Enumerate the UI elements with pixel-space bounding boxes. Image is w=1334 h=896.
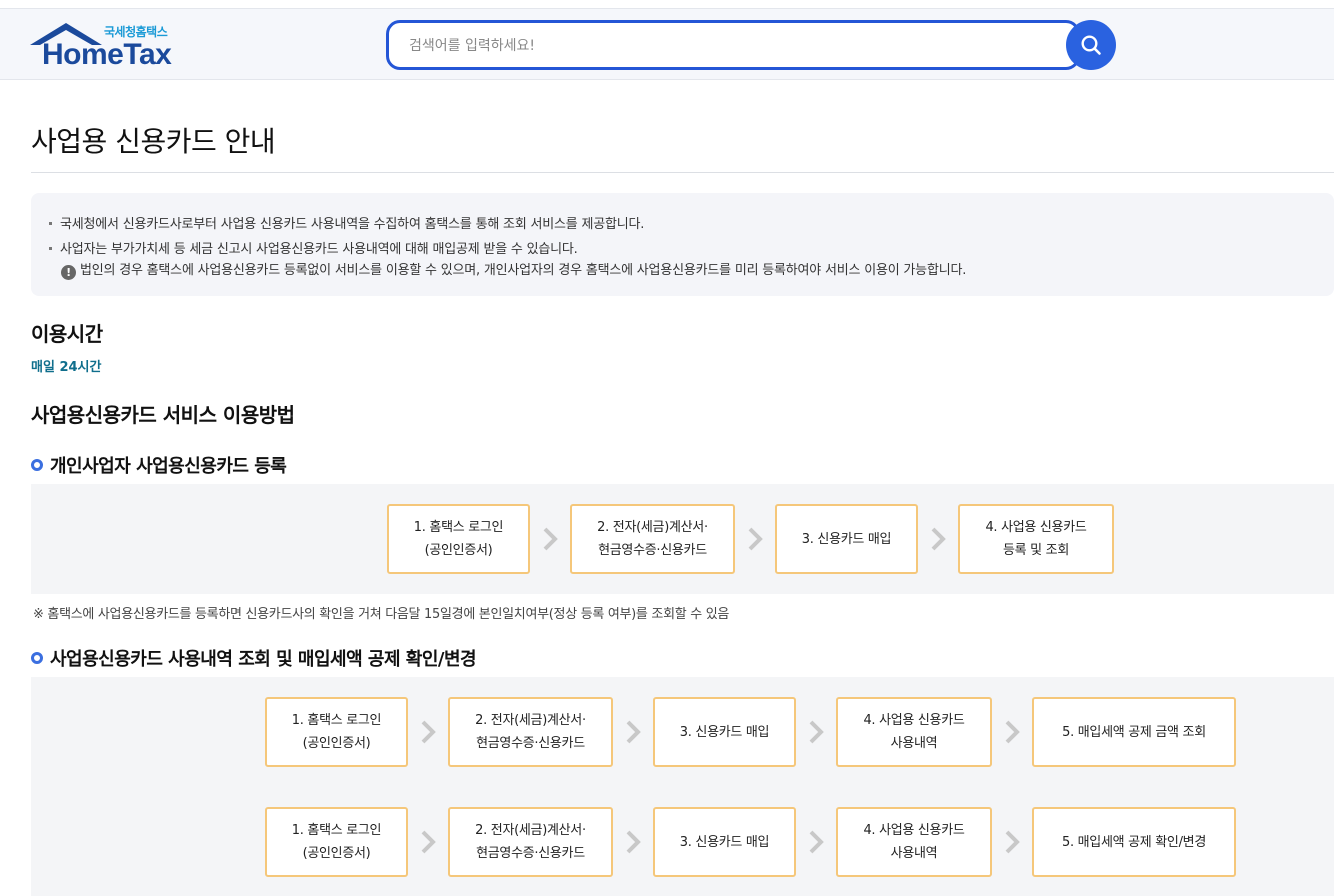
logo-text: HomeTax	[42, 38, 172, 71]
register-heading: 개인사업자 사업용신용카드 등록	[31, 452, 287, 478]
inquiry-row1-step-2: 2. 전자(세금)계산서· 현금영수증·신용카드	[448, 697, 613, 767]
inquiry-row2-step-5: 5. 매입세액 공제 확인/변경	[1032, 807, 1236, 877]
inquiry-row2-step-3: 3. 신용카드 매입	[653, 807, 796, 877]
how-to-heading: 사업용신용카드 서비스 이용방법	[31, 403, 295, 427]
register-step-2: 2. 전자(세금)계산서· 현금영수증·신용카드	[570, 504, 735, 574]
hometax-logo[interactable]: 국세청홈택스 HomeTax	[28, 21, 188, 71]
chevron-right-icon	[1005, 830, 1020, 854]
inquiry-row1-step-4: 4. 사업용 신용카드 사용내역	[836, 697, 992, 767]
usage-time-value: 매일 24시간	[31, 360, 102, 375]
search-button[interactable]	[1066, 20, 1116, 70]
register-step-1: 1. 홈택스 로그인 (공인인증서)	[387, 504, 530, 574]
search-icon	[1081, 35, 1101, 55]
search-input[interactable]	[409, 34, 1049, 58]
register-step-3: 3. 신용카드 매입	[775, 504, 918, 574]
inquiry-row2-step-2: 2. 전자(세금)계산서· 현금영수증·신용카드	[448, 807, 613, 877]
chevron-right-icon	[543, 527, 558, 551]
chevron-right-icon	[809, 720, 824, 744]
register-flow-panel: 1. 홈택스 로그인 (공인인증서) 2. 전자(세금)계산서· 현금영수증·신용카…	[31, 484, 1334, 594]
inquiry-heading: 사업용신용카드 사용내역 조회 및 매입세액 공제 확인/변경	[31, 645, 477, 671]
inquiry-row1-step-3: 3. 신용카드 매입	[653, 697, 796, 767]
usage-time-heading: 이용시간	[31, 322, 103, 346]
chevron-right-icon	[1005, 720, 1020, 744]
section-ring-icon	[31, 652, 43, 664]
inquiry-row1-step-1: 1. 홈택스 로그인 (공인인증서)	[265, 697, 408, 767]
inquiry-row2-step-4: 4. 사업용 신용카드 사용내역	[836, 807, 992, 877]
page-title: 사업용 신용카드 안내	[31, 125, 276, 158]
chevron-right-icon	[931, 527, 946, 551]
inquiry-row2-step-1: 1. 홈택스 로그인 (공인인증서)	[265, 807, 408, 877]
bullet-icon	[49, 246, 52, 250]
chevron-right-icon	[626, 830, 641, 854]
info-line-1: 국세청에서 신용카드사로부터 사업용 신용카드 사용내역을 수집하여 홈택스를 …	[49, 213, 644, 232]
chevron-right-icon	[421, 830, 436, 854]
register-step-4: 4. 사업용 신용카드 등록 및 조회	[958, 504, 1114, 574]
info-line-2: 사업자는 부가가치세 등 세금 신고시 사업용신용카드 사용내역에 대해 매입공…	[49, 238, 578, 257]
title-divider	[31, 172, 1334, 173]
search-box	[386, 20, 1080, 70]
chevron-right-icon	[421, 720, 436, 744]
top-header: 국세청홈택스 HomeTax	[0, 8, 1334, 80]
inquiry-row1-step-5: 5. 매입세액 공제 금액 조회	[1032, 697, 1236, 767]
chevron-right-icon	[809, 830, 824, 854]
chevron-right-icon	[626, 720, 641, 744]
chevron-right-icon	[748, 527, 763, 551]
exclamation-icon: !	[61, 265, 76, 280]
notice-line: ! 법인의 경우 홈택스에 사업용신용카드 등록없이 서비스를 이용할 수 있으며…	[61, 259, 966, 280]
register-footnote: ※ 홈택스에 사업용신용카드를 등록하면 신용카드사의 확인을 거쳐 다음달 1…	[33, 607, 730, 622]
section-ring-icon	[31, 459, 43, 471]
bullet-icon	[49, 221, 52, 225]
info-box: 국세청에서 신용카드사로부터 사업용 신용카드 사용내역을 수집하여 홈택스를 …	[31, 193, 1334, 296]
inquiry-flow-panel: 1. 홈택스 로그인 (공인인증서) 2. 전자(세금)계산서· 현금영수증·신용카…	[31, 677, 1334, 896]
